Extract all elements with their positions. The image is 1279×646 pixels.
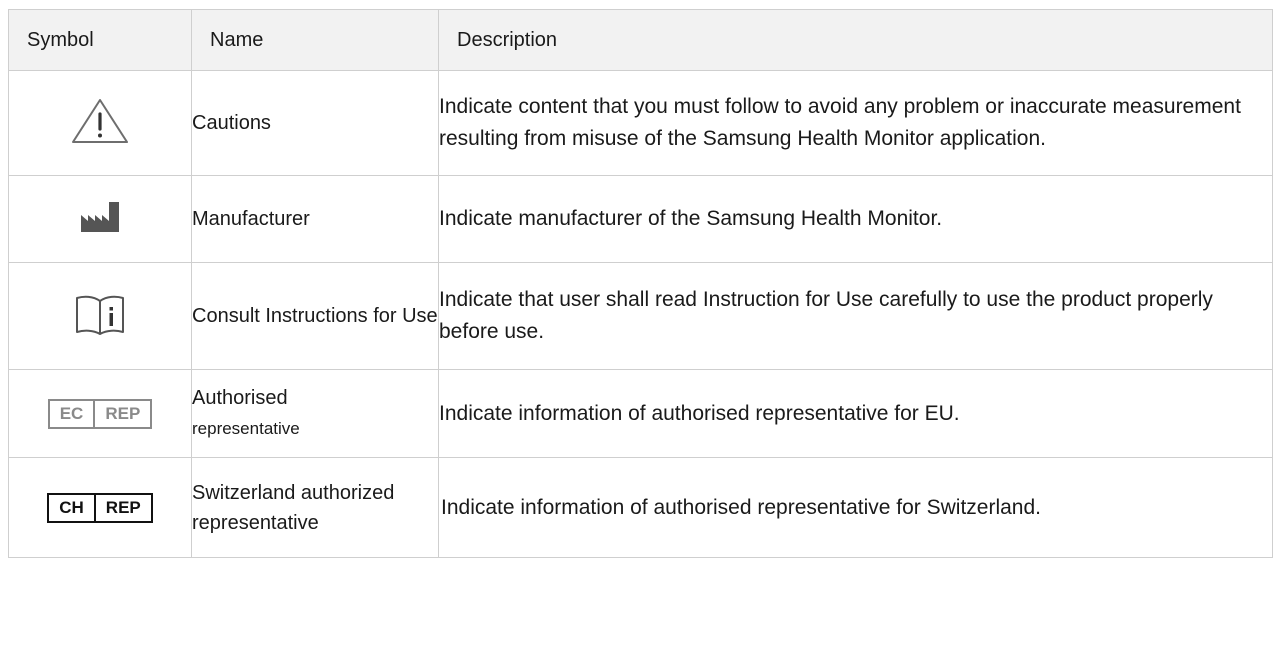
symbol-cell (8, 175, 192, 263)
ec-rep-left: EC (59, 403, 84, 423)
description-cell: Indicate manufacturer of the Samsung Hea… (438, 175, 1273, 263)
table-row: Consult Instructions for Use Indicate th… (8, 262, 1273, 370)
description-cell: Indicate content that you must follow to… (438, 70, 1273, 176)
symbols-table: Symbol Name Description Cautions Indicat… (8, 9, 1273, 558)
description-cell: Indicate that user shall read Instructio… (438, 262, 1273, 370)
description-cell: Indicate information of authorised repre… (438, 369, 1273, 458)
symbol-cell: CH REP (8, 457, 192, 558)
table-row: CH REP Switzerland authorized representa… (8, 457, 1273, 558)
table-row: Cautions Indicate content that you must … (8, 70, 1273, 176)
table-row: EC REP Authorised representative Indicat… (8, 369, 1273, 458)
ch-rep-icon: CH REP (47, 492, 153, 523)
ec-rep-right: REP (93, 400, 150, 427)
header-row: Symbol Name Description (8, 9, 1273, 71)
description-cell: Indicate information of authorised repre… (438, 457, 1273, 558)
header-description: Description (438, 9, 1273, 71)
manufacturer-icon (81, 201, 119, 232)
symbol-cell (8, 70, 192, 176)
name-line-1: Authorised (192, 387, 288, 409)
name-cell: Cautions (191, 70, 439, 176)
ch-rep-right: REP (93, 494, 151, 521)
name-cell: Authorised representative (191, 369, 439, 458)
consult-instructions-icon (76, 295, 124, 335)
name-cell: Manufacturer (191, 175, 439, 263)
ec-rep-icon: EC REP (47, 398, 153, 429)
symbol-cell (8, 262, 192, 370)
header-symbol: Symbol (8, 9, 192, 71)
ch-rep-left: CH (59, 497, 84, 517)
caution-icon (72, 98, 128, 143)
name-cell: Switzerland authorized representative (191, 457, 439, 558)
name-cell: Consult Instructions for Use (191, 262, 439, 370)
table-row: Manufacturer Indicate manufacturer of th… (8, 175, 1273, 263)
header-name: Name (191, 9, 439, 71)
symbol-cell: EC REP (8, 369, 192, 458)
name-line-2: representative (192, 419, 300, 438)
